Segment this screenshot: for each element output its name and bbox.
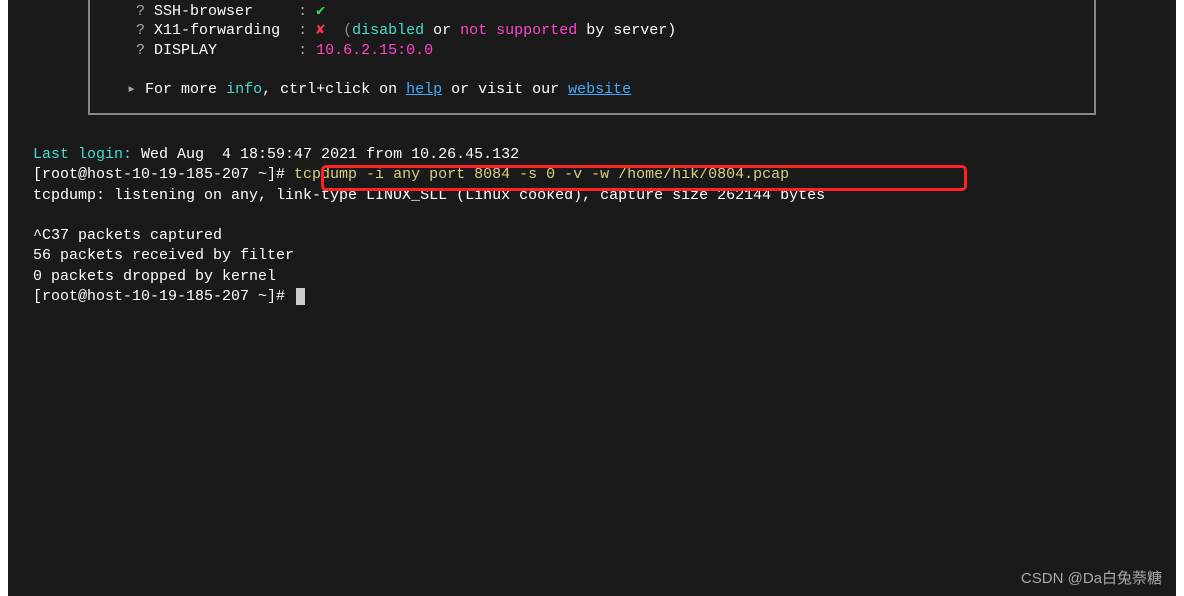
command-line-1: [root@host-10-19-185-207 ~]# tcpdump -i … <box>33 165 1151 185</box>
tcpdump-listening: tcpdump: listening on any, link-type LIN… <box>33 186 1151 206</box>
cursor-icon <box>296 288 305 305</box>
terminal-window: ? SSH compression : ✔ ? SSH-browser : ✔ … <box>8 0 1176 596</box>
banner-footer: ▸ For more info, ctrl+click on help or v… <box>100 80 1084 100</box>
banner-row-x11: ? X11-forwarding : ✘ (disabled or not su… <box>100 21 1084 41</box>
website-link[interactable]: website <box>568 81 631 98</box>
x-icon: ✘ <box>316 22 325 39</box>
packets-received: 56 packets received by filter <box>33 246 1151 266</box>
check-icon: ✔ <box>316 3 325 20</box>
watermark: CSDN @Da白兔萘糖 <box>1021 567 1162 588</box>
last-login-line: Last login: Wed Aug 4 18:59:47 2021 from… <box>33 145 1151 165</box>
packets-captured: ^C37 packets captured <box>33 226 1151 246</box>
tcpdump-command: tcpdump -i any port 8084 -s 0 -v -w /hom… <box>294 166 789 183</box>
packets-dropped: 0 packets dropped by kernel <box>33 267 1151 287</box>
banner-blank <box>100 60 1084 80</box>
help-link[interactable]: help <box>406 81 442 98</box>
terminal-output[interactable]: Last login: Wed Aug 4 18:59:47 2021 from… <box>8 145 1176 307</box>
banner-row-ssh-browser: ? SSH-browser : ✔ <box>100 2 1084 22</box>
ssh-banner: ? SSH compression : ✔ ? SSH-browser : ✔ … <box>88 0 1096 115</box>
command-line-2: [root@host-10-19-185-207 ~]# <box>33 287 1151 307</box>
blank-line <box>33 206 1151 226</box>
banner-row-display: ? DISPLAY : 10.6.2.15:0.0 <box>100 41 1084 61</box>
